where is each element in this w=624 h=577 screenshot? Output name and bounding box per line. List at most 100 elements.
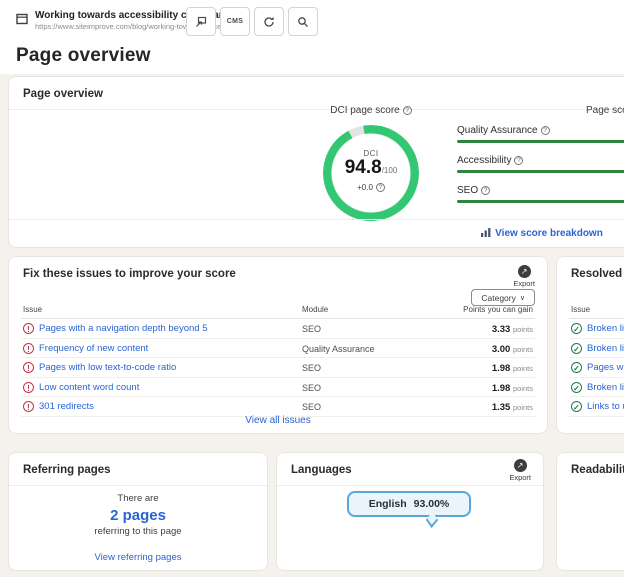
issue-resolved-icon: ✓ — [571, 401, 582, 412]
fix-issues-footer: View all issues — [9, 415, 547, 426]
search-button[interactable] — [288, 7, 318, 36]
dci-score-value: 94.8/100 — [323, 158, 419, 181]
column-header-issue: Issue — [23, 305, 42, 314]
referring-count[interactable]: 2 pages — [9, 507, 267, 524]
refresh-icon — [263, 16, 275, 28]
metric-quality-assurance: Quality Assurance? — [457, 125, 624, 143]
column-header-module: Module — [302, 305, 328, 314]
referring-line-1: There are — [9, 493, 267, 504]
toolbar: Working towards accessibility compliance… — [0, 0, 624, 44]
table-header-row: Issue — [569, 303, 624, 319]
points-cell: 1.98 points — [492, 383, 533, 394]
help-icon[interactable]: ? — [403, 106, 412, 115]
referring-pages-card: Referring pages There are 2 pages referr… — [8, 452, 268, 571]
issue-error-icon: ! — [23, 323, 34, 334]
table-row: ✓ Broken links at pa — [569, 339, 624, 359]
help-icon[interactable]: ? — [376, 183, 385, 192]
dci-score-text: DCI 94.8/100 +0.0? — [323, 125, 419, 221]
issue-resolved-icon: ✓ — [571, 362, 582, 373]
help-icon[interactable]: ? — [541, 126, 550, 135]
column-header-points: Points you can gain — [463, 305, 533, 314]
issue-link[interactable]: Low content word count — [39, 382, 139, 393]
table-row: ! Low content word count SEO 1.98 points — [21, 378, 535, 398]
issue-resolved-icon: ✓ — [571, 343, 582, 354]
overview-card-footer: View score breakdown — [9, 219, 624, 249]
resolved-issues-card-title: Resolved issues — [557, 257, 624, 289]
view-score-breakdown-link[interactable]: View score breakdown — [457, 228, 624, 240]
issue-resolved-icon: ✓ — [571, 382, 582, 393]
cms-button[interactable]: CMS — [220, 7, 250, 36]
page-meta: Working towards accessibility compliance… — [35, 10, 185, 32]
table-row: ✓ Links to unsafe do — [569, 397, 624, 417]
language-name: English — [369, 498, 407, 510]
export-label: Export — [513, 279, 535, 288]
page-overview-card: Page overview DCI page score? DCI 94.8/1… — [8, 76, 624, 248]
points-cell: 1.35 points — [492, 402, 533, 413]
points-cell: 3.33 points — [492, 324, 533, 335]
table-row: ✓ Broken links on la — [569, 378, 624, 398]
issue-link[interactable]: Links to unsafe do — [587, 401, 624, 412]
module-cell: SEO — [302, 402, 321, 412]
resolved-issues-card: Resolved issues Issue ✓Broken links (ove… — [556, 256, 624, 434]
table-row: ✓Broken links (ove — [569, 319, 624, 339]
metric-bar — [457, 170, 624, 173]
issue-link[interactable]: Pages with a navigation depth beyond 5 — [39, 323, 208, 334]
referring-pages-card-title: Referring pages — [9, 453, 267, 486]
issue-error-icon: ! — [23, 362, 34, 373]
table-row: !301 redirects SEO 1.35 points — [21, 397, 535, 417]
issue-link[interactable]: Frequency of new content — [39, 343, 148, 354]
resolved-issues-table: Issue ✓Broken links (ove ✓Broken links a… — [569, 303, 624, 417]
fix-issues-table: Issue Module Points you can gain ! Pages … — [21, 303, 535, 417]
dci-score-denominator: /100 — [382, 166, 398, 175]
table-header-row: Issue Module Points you can gain — [21, 303, 535, 319]
languages-card: Languages ↗ Export English 93.00% — [276, 452, 544, 571]
language-bubble[interactable]: English 93.00% — [347, 491, 471, 517]
page-score-right-header: Page score de — [586, 105, 624, 116]
help-icon[interactable]: ? — [514, 156, 523, 165]
metric-label: SEO? — [457, 185, 624, 196]
table-row: ! Pages with low text-to-code ratio SEO 1… — [21, 358, 535, 378]
issue-link[interactable]: Pages with slow l — [587, 362, 624, 373]
export-icon: ↗ — [514, 459, 527, 472]
cms-button-label: CMS — [227, 18, 243, 25]
referring-pages-body: There are 2 pages referring to this page — [9, 493, 267, 537]
view-all-issues-link[interactable]: View all issues — [245, 415, 310, 426]
metric-bar — [457, 200, 624, 203]
referring-line-2: referring to this page — [9, 526, 267, 537]
referring-pages-footer: View referring pages — [9, 552, 267, 563]
issue-error-icon: ! — [23, 343, 34, 354]
issue-link[interactable]: Pages with low text-to-code ratio — [39, 362, 176, 373]
export-button[interactable]: ↗ Export — [509, 459, 531, 482]
toolbar-buttons: CMS — [186, 7, 318, 36]
metric-accessibility: Accessibility? — [457, 155, 624, 173]
fix-issues-card-title: Fix these issues to improve your score — [9, 257, 547, 289]
page-meta-title: Working towards accessibility compliance — [35, 10, 185, 22]
refresh-button[interactable] — [254, 7, 284, 36]
issue-link[interactable]: Broken links at pa — [587, 343, 624, 354]
bar-chart-icon — [481, 228, 491, 240]
metric-label: Quality Assurance? — [457, 125, 624, 136]
view-referring-pages-link[interactable]: View referring pages — [95, 552, 182, 563]
export-icon: ↗ — [518, 265, 531, 278]
help-icon[interactable]: ? — [481, 186, 490, 195]
dci-score-delta: +0.0? — [323, 183, 419, 192]
export-button[interactable]: ↗ Export — [513, 265, 535, 288]
table-row: !Pages with a navigation depth beyond 5 … — [21, 319, 535, 339]
table-row: ✓ Pages with slow l — [569, 358, 624, 378]
languages-card-title: Languages — [277, 453, 543, 486]
open-page-icon — [195, 16, 207, 28]
issue-link[interactable]: Broken links on la — [587, 382, 624, 393]
table-row: !Frequency of new content Quality Assura… — [21, 339, 535, 359]
module-cell: SEO — [302, 324, 321, 334]
issue-link[interactable]: Broken links (ove — [587, 323, 624, 334]
module-cell: SEO — [302, 383, 321, 393]
issue-link[interactable]: 301 redirects — [39, 401, 94, 412]
issue-error-icon: ! — [23, 382, 34, 393]
open-page-button[interactable] — [186, 7, 216, 36]
metric-seo: SEO? — [457, 185, 624, 203]
page-meta-url: https://www.siteimprove.com/blog/working… — [35, 22, 185, 32]
export-label: Export — [509, 473, 531, 482]
module-cell: SEO — [302, 363, 321, 373]
points-cell: 1.98 points — [492, 363, 533, 374]
readability-card: Readability — [556, 452, 624, 571]
